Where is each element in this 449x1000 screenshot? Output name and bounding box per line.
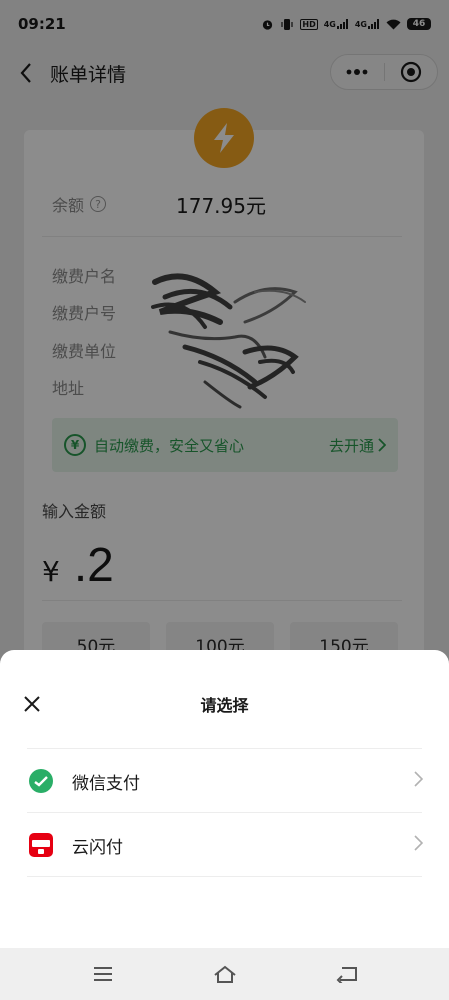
wechat-pay-icon xyxy=(28,768,54,794)
back-nav-button[interactable] xyxy=(325,952,369,996)
system-nav-bar xyxy=(0,948,449,1000)
back-arrow-icon xyxy=(336,967,357,983)
home-icon xyxy=(213,965,236,983)
pay-option-unionpay[interactable]: 云闪付 xyxy=(0,814,449,876)
menu-icon xyxy=(93,967,112,981)
pay-option-label: 云闪付 xyxy=(72,837,123,858)
pay-option-wechat[interactable]: 微信支付 xyxy=(0,750,449,812)
divider xyxy=(27,812,422,813)
chevron-right-icon xyxy=(414,835,423,851)
divider xyxy=(27,876,422,877)
home-button[interactable] xyxy=(203,952,247,996)
payment-method-sheet: 请选择 微信支付 云闪付 xyxy=(0,650,449,950)
unionpay-icon xyxy=(28,832,54,858)
chevron-right-icon xyxy=(414,771,423,787)
divider xyxy=(27,748,422,749)
menu-button[interactable] xyxy=(81,952,125,996)
sheet-title: 请选择 xyxy=(200,696,249,715)
pay-option-label: 微信支付 xyxy=(72,773,140,794)
